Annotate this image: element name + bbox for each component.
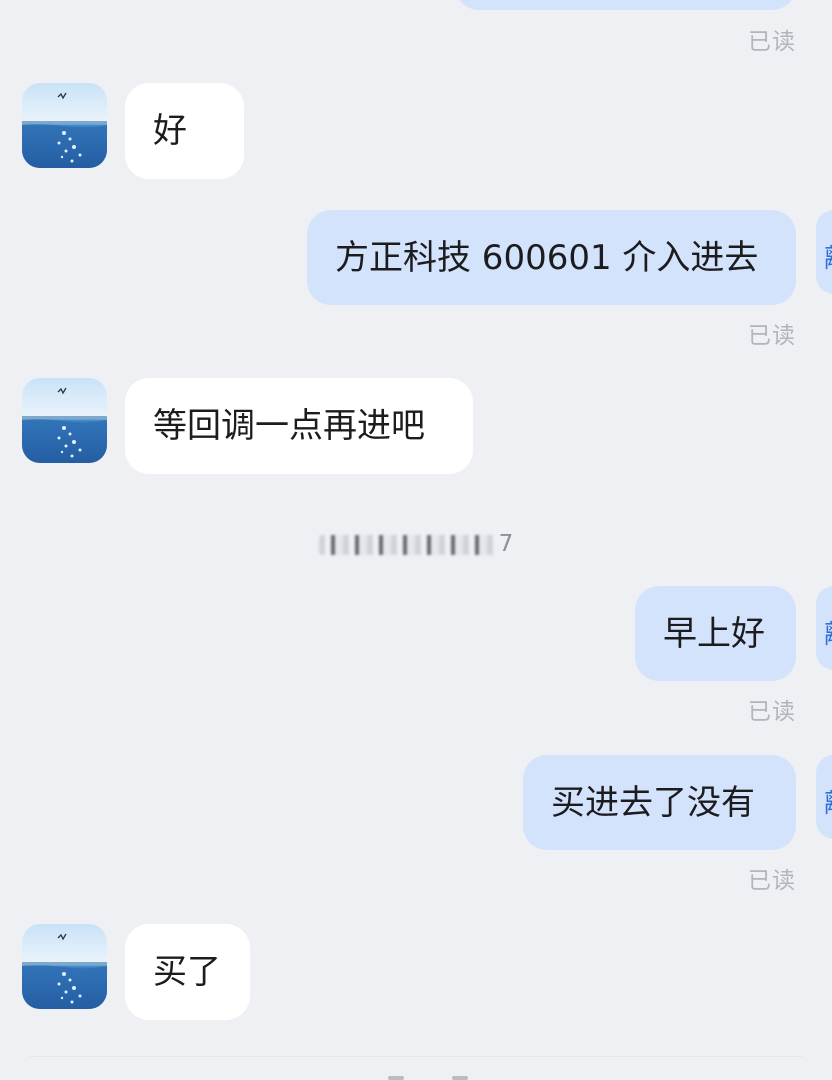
message-timestamp: 7 (0, 527, 832, 561)
message-bubble-outgoing[interactable]: 方正科技 600601 介入进去 (307, 210, 796, 305)
peer-avatar[interactable]: 離 (816, 210, 832, 294)
message-bubble-incoming[interactable]: 好 (125, 83, 244, 179)
timestamp-suffix: 7 (498, 531, 514, 557)
contact-avatar[interactable] (22, 924, 107, 1009)
peer-avatar-glyph: 離 (824, 614, 832, 651)
message-bubble-incoming[interactable]: 等回调一点再进吧 (125, 378, 473, 474)
message-bubble-outgoing[interactable]: 买进去了没有 (523, 755, 796, 850)
scroll-indicator (388, 1076, 404, 1080)
message-bubble-outgoing[interactable]: 早上好 (635, 586, 796, 681)
sea-bird-avatar-icon (22, 924, 107, 1009)
peer-avatar-glyph: 離 (824, 783, 832, 820)
read-receipt: 已读 (748, 29, 796, 55)
divider (30, 1056, 802, 1057)
obscured-timestamp (318, 534, 499, 555)
peer-avatar-glyph: 離 (824, 238, 832, 275)
peer-avatar[interactable]: 離 (816, 755, 832, 839)
read-receipt: 已读 (748, 868, 796, 894)
message-bubble-outgoing[interactable] (455, 0, 796, 10)
peer-avatar[interactable]: 離 (816, 586, 832, 670)
message-bubble-incoming[interactable]: 买了 (125, 924, 250, 1020)
sea-bird-avatar-icon (22, 378, 107, 463)
contact-avatar[interactable] (22, 378, 107, 463)
read-receipt: 已读 (748, 323, 796, 349)
scroll-indicator (452, 1076, 468, 1080)
read-receipt: 已读 (748, 699, 796, 725)
sea-bird-avatar-icon (22, 83, 107, 168)
contact-avatar[interactable] (22, 83, 107, 168)
chat-thread[interactable]: 已读 好 方正科技 600601 介入进去 已读 等回调一点再进吧 7 早上好 … (0, 0, 832, 1080)
